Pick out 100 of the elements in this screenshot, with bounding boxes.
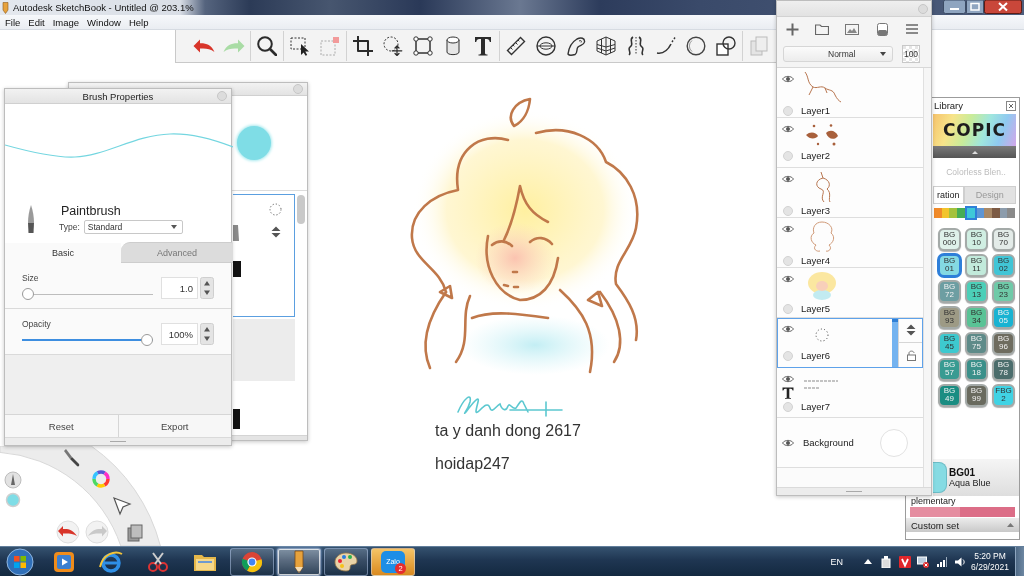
handles-square-icon[interactable] xyxy=(413,36,433,56)
ellipse-guide-icon[interactable] xyxy=(536,36,556,56)
eye-icon[interactable] xyxy=(782,225,794,233)
radio-circle-icon[interactable] xyxy=(783,150,793,161)
up-down-arrows-icon[interactable] xyxy=(270,226,281,238)
caret-icon[interactable] xyxy=(170,225,177,229)
chevron-up-icon[interactable] xyxy=(864,559,872,564)
marker-button[interactable]: BG 75 xyxy=(965,331,988,355)
pen-icon[interactable] xyxy=(4,471,22,489)
scrollbar-thumb[interactable] xyxy=(297,195,305,224)
marker-button[interactable]: BG 34 xyxy=(965,305,988,329)
caret-up-icon[interactable] xyxy=(971,150,978,154)
tab[interactable]: ration xyxy=(933,186,964,203)
magnifier-icon[interactable] xyxy=(257,36,277,56)
menu-item[interactable]: File xyxy=(5,16,21,28)
v-badge-icon[interactable] xyxy=(899,555,911,568)
marker-button[interactable]: BG 10 xyxy=(965,227,988,251)
eye-icon[interactable] xyxy=(782,375,794,383)
opacity-field[interactable]: 100 xyxy=(902,45,920,63)
marker-button[interactable]: BG 02 xyxy=(992,253,1015,277)
network-error-icon[interactable] xyxy=(917,555,929,568)
eye-icon[interactable] xyxy=(782,175,794,183)
menu-item[interactable]: Edit xyxy=(28,16,45,28)
copy-icon[interactable] xyxy=(127,524,143,542)
taskbar-app-button[interactable] xyxy=(230,547,274,576)
color-swatch[interactable] xyxy=(984,208,993,218)
marker-button[interactable]: BG 000 xyxy=(938,227,961,251)
color-swatch[interactable] xyxy=(957,208,965,218)
start-orb-icon[interactable] xyxy=(5,547,35,576)
up-down-arrows-icon[interactable] xyxy=(200,323,214,345)
color-swatch[interactable] xyxy=(992,208,1000,218)
undo-icon[interactable] xyxy=(193,39,215,53)
marker-button[interactable]: BG 23 xyxy=(992,279,1015,303)
radio-circle-icon[interactable] xyxy=(783,401,793,412)
marker-button[interactable]: BG 18 xyxy=(965,357,988,381)
color-swatch[interactable] xyxy=(976,208,985,218)
marker-button[interactable]: BG 99 xyxy=(965,383,988,407)
browser-icon[interactable] xyxy=(99,550,123,573)
round-logo-icon[interactable] xyxy=(241,550,263,573)
brush-cell[interactable] xyxy=(233,194,295,317)
close-icon[interactable] xyxy=(1006,100,1016,111)
ruler-icon[interactable] xyxy=(506,36,526,56)
marker-button[interactable]: FBG 2 xyxy=(992,383,1015,407)
taskbar-app-button[interactable] xyxy=(277,547,321,576)
marker-button[interactable]: BG 70 xyxy=(992,227,1015,251)
up-down-arrows-icon[interactable] xyxy=(200,277,214,299)
image-icon[interactable] xyxy=(845,23,859,35)
marker-button[interactable]: BG 49 xyxy=(938,383,961,407)
marker-button[interactable]: BG 45 xyxy=(938,331,961,355)
resize-grip[interactable] xyxy=(5,437,231,445)
value-field[interactable]: 1.0 xyxy=(161,277,198,299)
caret-icon[interactable] xyxy=(880,52,886,56)
battery-icon[interactable] xyxy=(880,555,892,568)
radio-circle-icon[interactable] xyxy=(783,255,793,266)
radio-circle-icon[interactable] xyxy=(783,205,793,216)
color-swatch[interactable] xyxy=(1007,208,1016,218)
grid-cube-icon[interactable] xyxy=(596,36,616,56)
palette-icon[interactable] xyxy=(334,551,358,572)
shapes-icon[interactable] xyxy=(716,36,736,56)
cylinder-icon[interactable] xyxy=(443,36,463,56)
undo-icon[interactable] xyxy=(56,520,80,544)
color-wheel-icon[interactable] xyxy=(92,470,110,488)
scrollbar-track[interactable] xyxy=(923,68,931,487)
folder-icon[interactable] xyxy=(815,23,829,35)
marker-button[interactable]: BG 78 xyxy=(992,357,1015,381)
crop-icon[interactable] xyxy=(353,36,373,56)
eye-icon[interactable] xyxy=(782,75,794,83)
slider-thumb[interactable] xyxy=(141,334,153,346)
marker-button[interactable]: BG 96 xyxy=(992,331,1015,355)
radio-circle-icon[interactable] xyxy=(783,105,793,116)
layer-slider-bar[interactable] xyxy=(892,318,898,367)
blend-mode-dropdown[interactable]: Normal xyxy=(783,46,893,62)
panel-button[interactable]: Export xyxy=(118,415,231,437)
lock-icon[interactable] xyxy=(906,349,916,361)
maximize-icon[interactable] xyxy=(966,0,984,14)
marker-button[interactable]: BG 93 xyxy=(938,305,961,329)
caret-up-icon[interactable] xyxy=(1007,523,1014,527)
dashed-select-icon[interactable] xyxy=(290,36,310,56)
type-dropdown[interactable]: Standard xyxy=(83,220,183,234)
up-down-arrows-icon[interactable] xyxy=(906,324,916,336)
pencil-icon[interactable] xyxy=(292,549,306,574)
curve-template-icon[interactable] xyxy=(566,36,586,56)
radio-circle-icon[interactable] xyxy=(783,303,793,314)
curve-line-icon[interactable] xyxy=(656,36,676,56)
plus-icon[interactable] xyxy=(785,22,799,36)
tab[interactable]: Advanced xyxy=(121,242,233,263)
dotted-circle-icon[interactable] xyxy=(269,203,282,216)
menu-icon[interactable] xyxy=(906,24,918,34)
signal-bars-icon[interactable] xyxy=(937,556,947,567)
media-player-icon[interactable] xyxy=(53,550,75,573)
marker-button[interactable]: BG 11 xyxy=(965,253,988,277)
pointer-icon[interactable] xyxy=(112,496,132,516)
marker-button[interactable]: BG 01 xyxy=(938,253,961,277)
eye-icon[interactable] xyxy=(782,275,794,283)
color-swatch[interactable] xyxy=(949,208,957,218)
color-swatch[interactable] xyxy=(941,208,950,218)
eye-icon[interactable] xyxy=(782,438,794,447)
layer-row[interactable]: Layer4 xyxy=(777,218,923,268)
circle-icon[interactable] xyxy=(686,36,706,56)
eye-icon[interactable] xyxy=(782,325,794,333)
